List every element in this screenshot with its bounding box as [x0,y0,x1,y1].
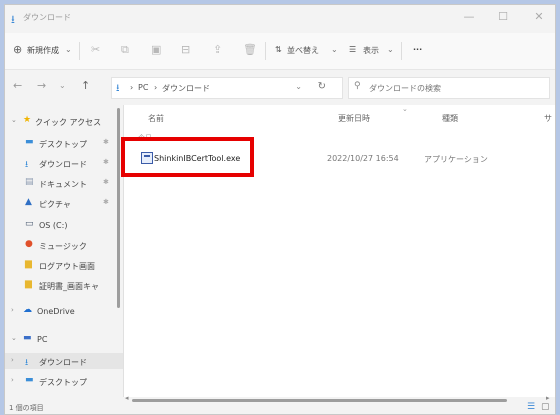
download-icon: ⭳ [25,358,29,368]
new-button[interactable]: 新規作成 [27,45,59,56]
document-icon: ▤ [25,177,34,187]
address-row: ← → ⌄ ↑ ⭳ › PC › ダウンロード ⌄ ↻ ⚲ [5,71,555,105]
column-header-name[interactable]: 名前 [148,113,164,124]
download-folder-icon: ⭳ [116,83,120,94]
folder-icon: ▆ [25,259,32,269]
expand-chevron-icon[interactable]: ⌄ [11,116,17,124]
pin-icon: ✱ [103,138,109,146]
drive-icon: ▭ [25,219,34,229]
column-header-date[interactable]: 更新日時 [338,113,370,124]
highlight-annotation [121,137,254,177]
maximize-button[interactable]: ☐ [493,10,513,23]
forward-button[interactable]: → [37,79,46,92]
up-button[interactable]: ↑ [81,79,90,92]
nav-item-documents[interactable]: ▤ ドキュメント ✱ [5,175,123,191]
sort-dropdown-caret[interactable]: ⌄ [331,45,338,54]
scroll-left-icon[interactable]: ◂ [125,394,129,402]
folder-icon: ▆ [25,279,32,289]
download-icon: ⭳ [25,160,29,170]
expand-chevron-icon[interactable]: › [11,376,14,384]
rename-icon[interactable]: ⊟ [181,43,190,56]
download-folder-icon: ⭳ [11,13,15,26]
nav-item-logout-screen[interactable]: ▆ ログアウト画面 [5,257,123,273]
address-bar[interactable]: ⭳ › PC › ダウンロード ⌄ ↻ [111,77,343,99]
toolbar-divider [265,42,266,60]
nav-pc[interactable]: ⌄ ▬ PC [5,331,123,347]
back-button[interactable]: ← [13,79,22,92]
delete-icon[interactable]: 🗑 [243,43,257,56]
breadcrumb-separator: › [130,83,134,92]
expand-chevron-icon[interactable]: › [11,306,14,314]
share-icon[interactable]: ⇪ [213,43,222,56]
view-button[interactable]: 表示 [363,45,379,56]
search-input[interactable] [367,80,547,96]
column-header-size[interactable]: サ [544,113,552,124]
column-header-type[interactable]: 種類 [442,113,458,124]
breadcrumb-separator: › [154,83,158,92]
history-chevron-icon[interactable]: ⌄ [59,81,66,90]
view-icon: ☰ [349,45,357,54]
nav-onedrive[interactable]: › ☁ OneDrive [5,303,123,319]
nav-item-pictures[interactable]: ▲ ピクチャ ✱ [5,195,123,211]
toolbar-divider [401,42,402,60]
pin-icon: ✱ [103,198,109,206]
file-explorer-window: ⭳ ダウンロード — ☐ ✕ ⊕ 新規作成 ⌄ ✂ ⧉ ▣ ⊟ ⇪ 🗑 ⇅ 並べ… [4,4,556,415]
star-icon: ★ [23,115,32,125]
desktop-icon: ▬ [25,375,34,385]
file-date: 2022/10/27 16:54 [327,154,399,163]
sort-button[interactable]: 並べ替え [287,45,319,56]
nav-pc-desktop[interactable]: › ▬ デスクトップ [5,373,123,389]
details-view-icon[interactable]: ☰ [527,402,535,412]
nav-item-os-drive[interactable]: ▭ OS (C:) [5,217,123,233]
pin-icon: ✱ [103,158,109,166]
pin-icon: ✱ [103,178,109,186]
copy-icon[interactable]: ⧉ [121,43,129,57]
view-dropdown-caret[interactable]: ⌄ [387,45,394,54]
toolbar-divider [79,42,80,60]
desktop-icon: ▬ [25,137,34,147]
paste-icon[interactable]: ▣ [151,43,161,56]
nav-pane-scrollbar[interactable] [117,108,120,308]
nav-item-downloads[interactable]: ⭳ ダウンロード ✱ [5,155,123,171]
item-count: 1 個の項目 [9,404,44,412]
nav-item-music[interactable]: ● ミュージック [5,237,123,253]
horizontal-scrollbar-thumb[interactable] [132,399,507,402]
close-button[interactable]: ✕ [529,10,549,23]
search-icon: ⚲ [354,81,361,91]
cloud-icon: ☁ [23,305,32,315]
nav-item-desktop[interactable]: ▬ デスクトップ ✱ [5,135,123,151]
minimize-button[interactable]: — [459,10,479,23]
music-icon: ● [25,239,33,249]
breadcrumb-pc[interactable]: PC [138,83,148,92]
scroll-right-icon[interactable]: ▸ [546,394,550,402]
sort-caret-icon: ⌄ [402,105,408,113]
pictures-icon: ▲ [25,197,32,207]
file-type: アプリケーション [424,155,488,164]
more-options-button[interactable]: ··· [413,45,422,54]
expand-chevron-icon[interactable]: › [11,356,14,364]
tiles-view-icon[interactable]: ▢ [541,402,550,412]
navigation-pane: ⌄ ★ クイック アクセス ▬ デスクトップ ✱ ⭳ ダウンロード ✱ ▤ ドキ… [5,105,123,397]
search-box[interactable]: ⚲ [348,77,550,99]
command-bar: ⊕ 新規作成 ⌄ ✂ ⧉ ▣ ⊟ ⇪ 🗑 ⇅ 並べ替え ⌄ ☰ 表示 ⌄ ··· [5,33,555,70]
new-dropdown-caret[interactable]: ⌄ [65,45,72,54]
nav-quick-access[interactable]: ⌄ ★ クイック アクセス [5,113,123,129]
cut-icon[interactable]: ✂ [91,43,100,56]
title-bar: ⭳ ダウンロード — ☐ ✕ [5,5,555,33]
sort-icon: ⇅ [275,45,282,54]
breadcrumb-downloads[interactable]: ダウンロード [162,83,210,94]
expand-chevron-icon[interactable]: ⌄ [11,334,17,342]
pc-icon: ▬ [23,333,32,343]
nav-item-certificate-screen[interactable]: ▆ 証明書_画面キャ [5,277,123,293]
nav-pc-downloads[interactable]: › ⭳ ダウンロード [5,353,123,369]
new-icon: ⊕ [13,43,23,56]
status-bar: 1 個の項目 ☰ ▢ [5,402,555,414]
refresh-button[interactable]: ↻ [318,81,326,92]
address-dropdown-button[interactable]: ⌄ [295,82,302,91]
window-title: ダウンロード [23,13,71,22]
